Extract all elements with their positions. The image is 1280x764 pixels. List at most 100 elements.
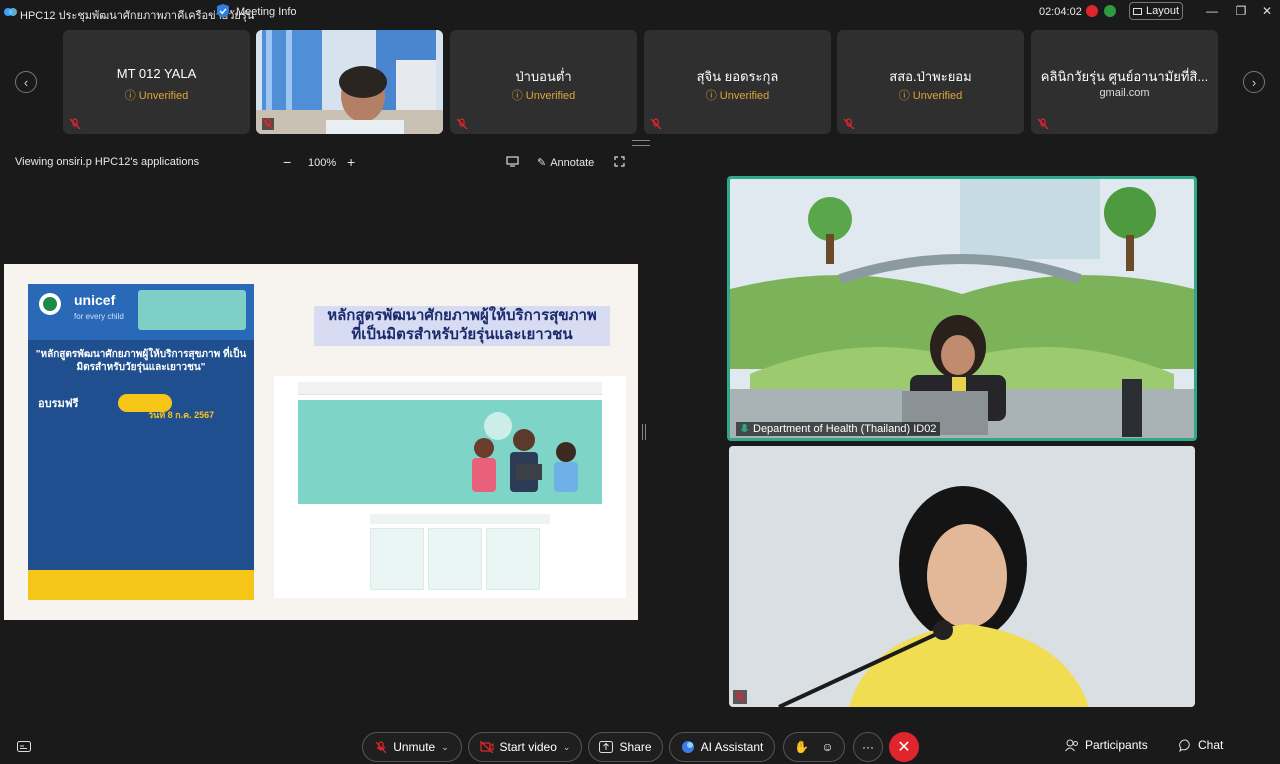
speaker-name-label: Department of Health (Thailand) ID02: [736, 422, 941, 436]
title-bar: HPC12 ประชุมพัฒนาศักยภาพภาคีเครือข่ายวัย…: [0, 0, 1280, 24]
splitter-handle[interactable]: [642, 424, 646, 440]
meeting-info-button[interactable]: Meeting Info: [236, 6, 297, 18]
share-screen-icon: [599, 741, 614, 753]
ai-assistant-label: AI Assistant: [700, 740, 764, 754]
participant-name: สุจิน ยอดระกุล: [696, 69, 779, 84]
more-options-button[interactable]: ···: [853, 732, 883, 762]
shared-screen: unicef for every child "หลักสูตรพัฒนาศัก…: [4, 264, 638, 620]
participant-name: MT 012 YALA: [116, 66, 197, 81]
participant-status: ⓘ Unverified: [898, 90, 963, 102]
pencil-icon: ✎: [537, 157, 547, 169]
zoom-in-button[interactable]: +: [347, 154, 355, 170]
muted-mic-icon: [1037, 118, 1049, 130]
website-screenshot: [274, 376, 626, 598]
start-video-button[interactable]: Start video ⌄: [468, 732, 582, 762]
participant-tile[interactable]: สสอ.ป่าพะยอม ⓘ Unverified: [837, 30, 1024, 134]
participant-name: คลินิกวัยรุ่น ศูนย์อานามัยที่สิ...: [1040, 69, 1209, 84]
ai-assistant-icon: [681, 741, 694, 753]
minimize-button[interactable]: —: [1197, 4, 1227, 18]
participant-video-tile[interactable]: [256, 30, 443, 134]
annotate-label: Annotate: [550, 156, 595, 169]
muted-mic-icon: [69, 118, 81, 130]
muted-mic-icon: [843, 118, 855, 130]
close-icon: ✕: [897, 739, 911, 756]
participants-label: Participants: [1085, 738, 1148, 752]
muted-mic-icon: [733, 690, 747, 704]
layout-button[interactable]: Layout: [1129, 2, 1183, 20]
poster-free-label: อบรมฟรี: [38, 398, 79, 410]
website-hero-illustration: [472, 412, 578, 492]
course-title-line2: ที่เป็นมิตรสำหรับวัยรุ่นและเยาวชน: [351, 326, 573, 343]
chat-label: Chat: [1198, 738, 1224, 752]
presenter-video: [729, 446, 1195, 707]
warning-icon: ⓘ: [898, 90, 913, 102]
viewing-share-label: Viewing onsiri.p HPC12's applications: [15, 156, 200, 168]
webex-logo-icon: [4, 8, 17, 16]
participant-name: ป่าบอนต่ำ: [515, 69, 572, 84]
microphone-icon: [740, 423, 749, 432]
muted-mic-icon: [650, 118, 662, 130]
course-poster: unicef for every child "หลักสูตรพัฒนาศัก…: [28, 284, 254, 600]
close-window-button[interactable]: ✕: [1252, 4, 1280, 18]
chevron-down-icon[interactable]: ⌄: [563, 742, 571, 753]
unicef-logo: unicef: [74, 292, 116, 308]
ai-assistant-button[interactable]: AI Assistant: [669, 732, 775, 762]
fullscreen-icon[interactable]: [614, 156, 625, 167]
poster-heading: "หลักสูตรพัฒนาศักยภาพผู้ให้บริการสุขภาพ …: [35, 349, 247, 373]
participant-video: [256, 30, 443, 134]
participant-tile[interactable]: MT 012 YALA ⓘ Unverified: [63, 30, 250, 134]
network-health-icon[interactable]: [1104, 5, 1116, 17]
active-speaker-video-tile[interactable]: Department of Health (Thailand) ID02: [727, 176, 1197, 441]
emoji-reaction-icon[interactable]: ☺: [821, 740, 833, 754]
participant-status: ⓘ Unverified: [705, 90, 770, 102]
warning-icon: ⓘ: [124, 90, 139, 102]
participants-button[interactable]: Participants: [1065, 738, 1148, 752]
recording-icon[interactable]: [1086, 5, 1098, 17]
remote-control-icon[interactable]: [506, 156, 519, 167]
participant-tile[interactable]: ป่าบอนต่ำ ⓘ Unverified: [450, 30, 637, 134]
shield-icon[interactable]: [217, 4, 229, 18]
prev-participants-arrow[interactable]: ‹: [15, 71, 37, 93]
chevron-down-icon[interactable]: ⌄: [441, 742, 449, 753]
warning-icon: ⓘ: [705, 90, 720, 102]
muted-mic-icon: [262, 118, 274, 130]
participant-name: สสอ.ป่าพะยอม: [889, 69, 972, 84]
raise-hand-icon[interactable]: ✋: [794, 740, 809, 754]
course-title-line1: หลักสูตรพัฒนาศักยภาพผู้ให้บริการสุขภาพ: [327, 307, 597, 324]
participant-tile[interactable]: สุจิน ยอดระกุล ⓘ Unverified: [644, 30, 831, 134]
speaker-video: [730, 179, 1194, 438]
muted-mic-icon: [375, 740, 387, 753]
captions-icon[interactable]: [17, 741, 31, 752]
participant-tile[interactable]: คลินิกวัยรุ่น ศูนย์อานามัยที่สิ... gmail…: [1031, 30, 1218, 134]
chat-button[interactable]: Chat: [1179, 738, 1223, 752]
more-icon: ···: [862, 740, 874, 754]
layout-label: Layout: [1145, 5, 1180, 17]
resize-handle[interactable]: [632, 140, 650, 146]
unmute-button[interactable]: Unmute ⌄: [362, 732, 462, 762]
video-off-icon: [479, 741, 494, 753]
reactions-group[interactable]: ✋ ☺: [783, 732, 845, 762]
layout-icon: [1132, 7, 1142, 15]
participants-icon: [1065, 739, 1078, 751]
unicef-tagline: for every child: [74, 312, 124, 321]
unmute-label: Unmute: [393, 740, 436, 754]
start-video-label: Start video: [499, 740, 557, 754]
participant-video-tile[interactable]: [729, 446, 1195, 707]
share-button[interactable]: Share: [588, 732, 663, 762]
course-title-banner: หลักสูตรพัฒนาศักยภาพผู้ให้บริการสุขภาพ ท…: [314, 306, 610, 346]
meeting-clock: 02:04:02: [1039, 6, 1082, 18]
poster-date: วันที่ 8 ก.ค. 2567: [148, 410, 215, 420]
zoom-out-button[interactable]: −: [283, 154, 291, 170]
annotate-button[interactable]: ✎ Annotate: [537, 156, 595, 170]
muted-mic-icon: [456, 118, 468, 130]
participant-email-domain: gmail.com: [1099, 87, 1150, 99]
health-ministry-logo-icon: [39, 293, 61, 315]
next-participants-arrow[interactable]: ›: [1243, 71, 1265, 93]
end-call-button[interactable]: ✕: [889, 732, 919, 762]
chat-icon: [1179, 738, 1190, 752]
zoom-level: 100%: [308, 157, 337, 169]
participant-status: ⓘ Unverified: [124, 90, 189, 102]
warning-icon: ⓘ: [511, 90, 526, 102]
participant-status: ⓘ Unverified: [511, 90, 576, 102]
poster-illustration: [138, 290, 246, 330]
